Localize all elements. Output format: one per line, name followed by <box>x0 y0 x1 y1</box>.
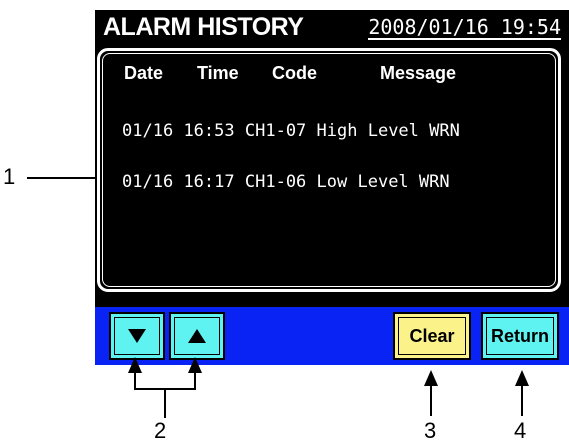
scroll-up-button[interactable] <box>169 312 225 360</box>
column-header-date: Date <box>124 63 164 83</box>
cell-code: CH1-06 <box>244 172 307 192</box>
callout-1-label: 1 <box>3 164 16 189</box>
cell-time: 16:17 <box>183 172 235 192</box>
datetime-display: 2008/01/16 19:54 <box>368 15 561 40</box>
cell-date: 01/16 <box>122 172 174 192</box>
alarm-rows: 01/16 16:53 CH1-07 High Level WRN 01/16 … <box>122 89 460 225</box>
return-button-frame: Return <box>486 317 554 355</box>
cell-message: Low Level WRN <box>316 172 450 192</box>
button-bar: Clear Return <box>95 307 569 365</box>
column-header-message: Message <box>380 63 457 83</box>
return-button[interactable]: Return <box>481 312 559 360</box>
callout-2-arrowhead-right <box>188 357 202 373</box>
cell-message: High Level WRN <box>316 121 460 141</box>
triangle-up-icon <box>188 329 206 343</box>
cell-code: CH1-07 <box>244 121 307 141</box>
callout-1-line <box>27 177 95 179</box>
page-title: ALARM HISTORY <box>103 13 304 41</box>
alarm-list-panel: Date Time Code Message 01/16 16:53 CH1-0… <box>97 48 561 292</box>
clear-button-label: Clear <box>409 325 455 346</box>
column-header-time: Time <box>197 63 239 83</box>
cell-time: 16:53 <box>183 121 235 141</box>
callout-2-line-right <box>194 372 196 389</box>
clear-button-frame: Clear <box>398 317 466 355</box>
callout-4-line <box>521 384 523 416</box>
scroll-down-button-frame <box>114 317 160 355</box>
table-row[interactable]: 01/16 16:17 CH1-06 Low Level WRN <box>122 174 460 191</box>
scroll-down-button[interactable] <box>109 312 165 360</box>
column-header-code: Code <box>272 63 317 83</box>
return-button-label: Return <box>491 325 549 346</box>
callout-2-stem <box>164 388 166 418</box>
table-row[interactable]: 01/16 16:53 CH1-07 High Level WRN <box>122 123 460 140</box>
table-header: Date Time Code Message <box>100 63 558 87</box>
title-bar: ALARM HISTORY 2008/01/16 19:54 <box>95 10 569 46</box>
clear-button[interactable]: Clear <box>393 312 471 360</box>
callout-3-line <box>430 384 432 416</box>
callout-2-label: 2 <box>154 418 167 443</box>
cell-date: 01/16 <box>122 121 174 141</box>
callout-2-arrowhead-left <box>128 357 142 373</box>
triangle-down-icon <box>128 329 146 343</box>
scroll-up-button-frame <box>174 317 220 355</box>
callout-4-label: 4 <box>514 418 527 443</box>
callout-3-label: 3 <box>424 418 437 443</box>
callout-2-line-left <box>134 372 136 389</box>
